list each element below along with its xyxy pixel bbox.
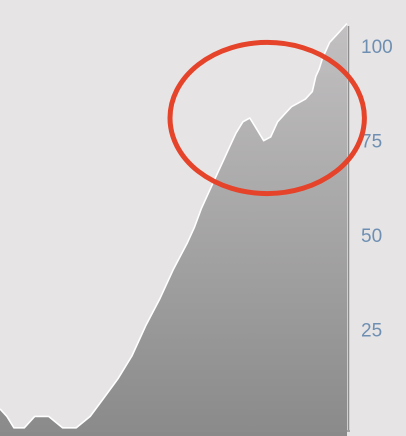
y-tick-label: 50 (361, 226, 382, 247)
area-fill (0, 23, 347, 436)
area-chart: 25 50 75 100 (0, 0, 406, 436)
chart-canvas: 255075100 (0, 23, 393, 436)
y-tick-label: 100 (361, 37, 393, 58)
y-tick-label: 25 (361, 321, 382, 342)
